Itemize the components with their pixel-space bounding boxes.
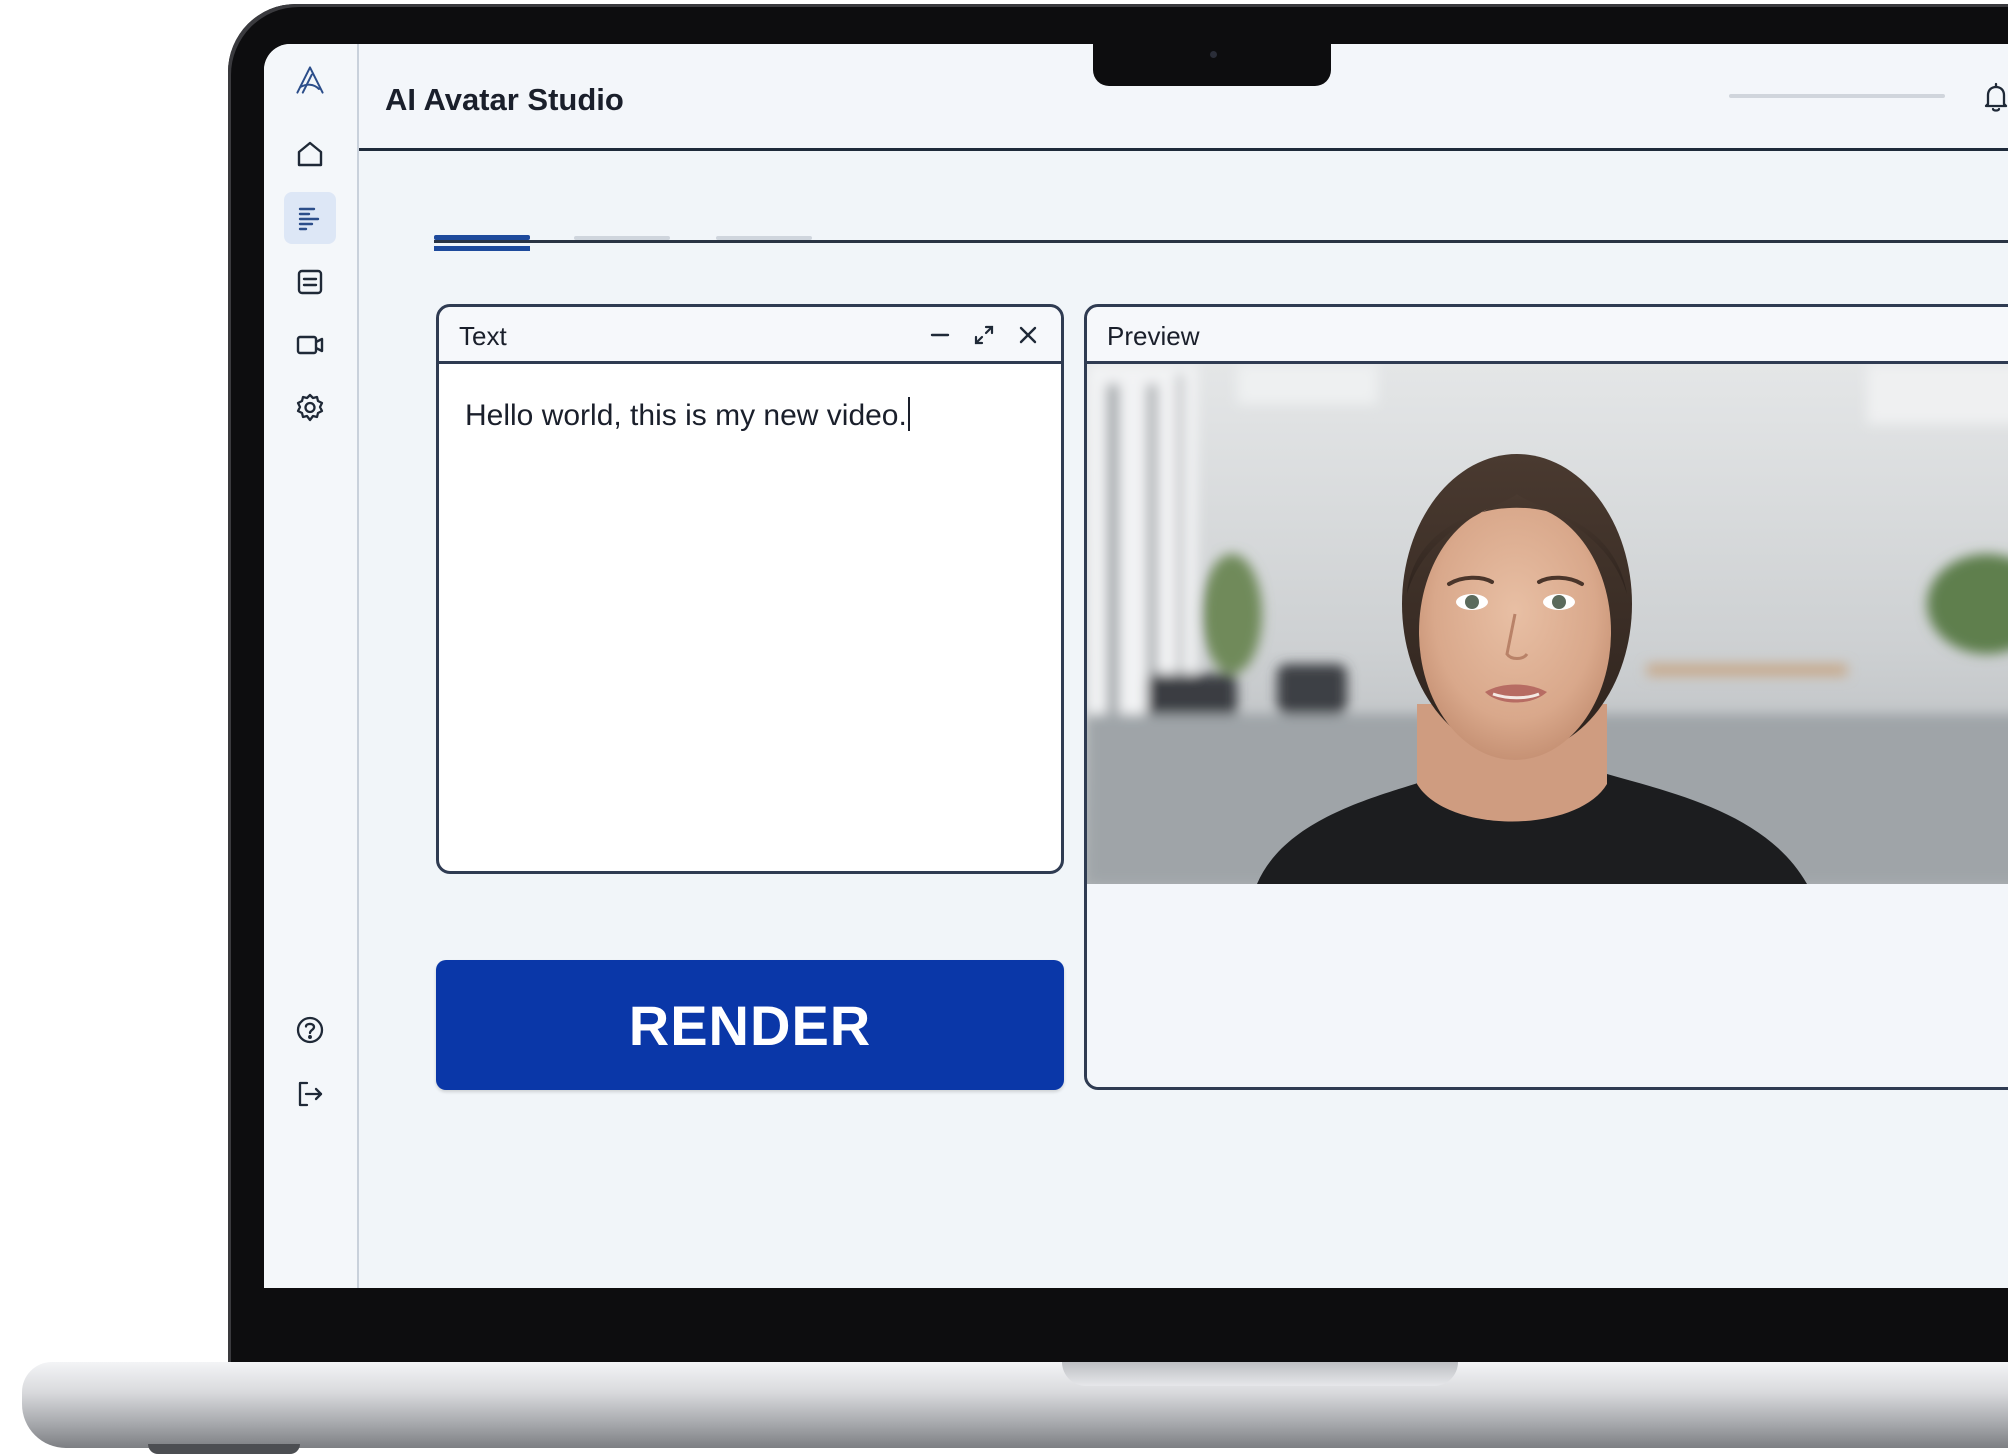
render-button[interactable]: RENDER	[436, 960, 1064, 1090]
laptop-screen: AI Avatar Studio Text Hello world, this …	[264, 44, 2008, 1288]
document-icon[interactable]	[284, 256, 336, 308]
text-lines-icon[interactable]	[284, 192, 336, 244]
preview-panel: Preview	[1084, 304, 2008, 1090]
logo-icon[interactable]	[284, 54, 336, 106]
script-text: Hello world, this is my new video.	[465, 399, 907, 432]
preview-panel-header: Preview	[1087, 307, 2008, 364]
expand-icon[interactable]	[969, 320, 999, 350]
logout-icon[interactable]	[284, 1068, 336, 1120]
text-panel-title: Text	[459, 321, 507, 351]
help-circle-icon[interactable]	[284, 1004, 336, 1056]
laptop-base-groove	[1062, 1362, 1458, 1386]
home-icon[interactable]	[284, 128, 336, 180]
app-title: AI Avatar Studio	[385, 82, 624, 117]
tab-3[interactable]	[716, 204, 812, 240]
minimize-icon[interactable]	[925, 320, 955, 350]
tab-divider	[434, 240, 2008, 243]
sidebar	[264, 44, 359, 1288]
avatar-preview-video[interactable]	[1087, 364, 2008, 884]
text-panel: Text Hello world, this is my new video.	[436, 304, 1064, 874]
preview-empty-area	[1087, 884, 2008, 1087]
bell-icon[interactable]	[1973, 74, 2008, 120]
text-panel-header: Text	[439, 307, 1061, 364]
tab-2[interactable]	[574, 204, 670, 240]
close-icon[interactable]	[1013, 320, 1043, 350]
preview-panel-title: Preview	[1107, 321, 1200, 351]
tab-bar	[434, 204, 2008, 251]
laptop-foot	[148, 1444, 300, 1454]
tab-1[interactable]	[434, 204, 530, 251]
text-cursor	[907, 397, 910, 431]
video-camera-icon[interactable]	[284, 319, 336, 371]
script-text-area[interactable]: Hello world, this is my new video.	[439, 364, 1061, 467]
top-bar-placeholder-line	[1729, 94, 1945, 98]
laptop-base	[22, 1362, 2008, 1448]
gear-icon[interactable]	[284, 382, 336, 434]
camera-lens	[1210, 51, 1217, 58]
